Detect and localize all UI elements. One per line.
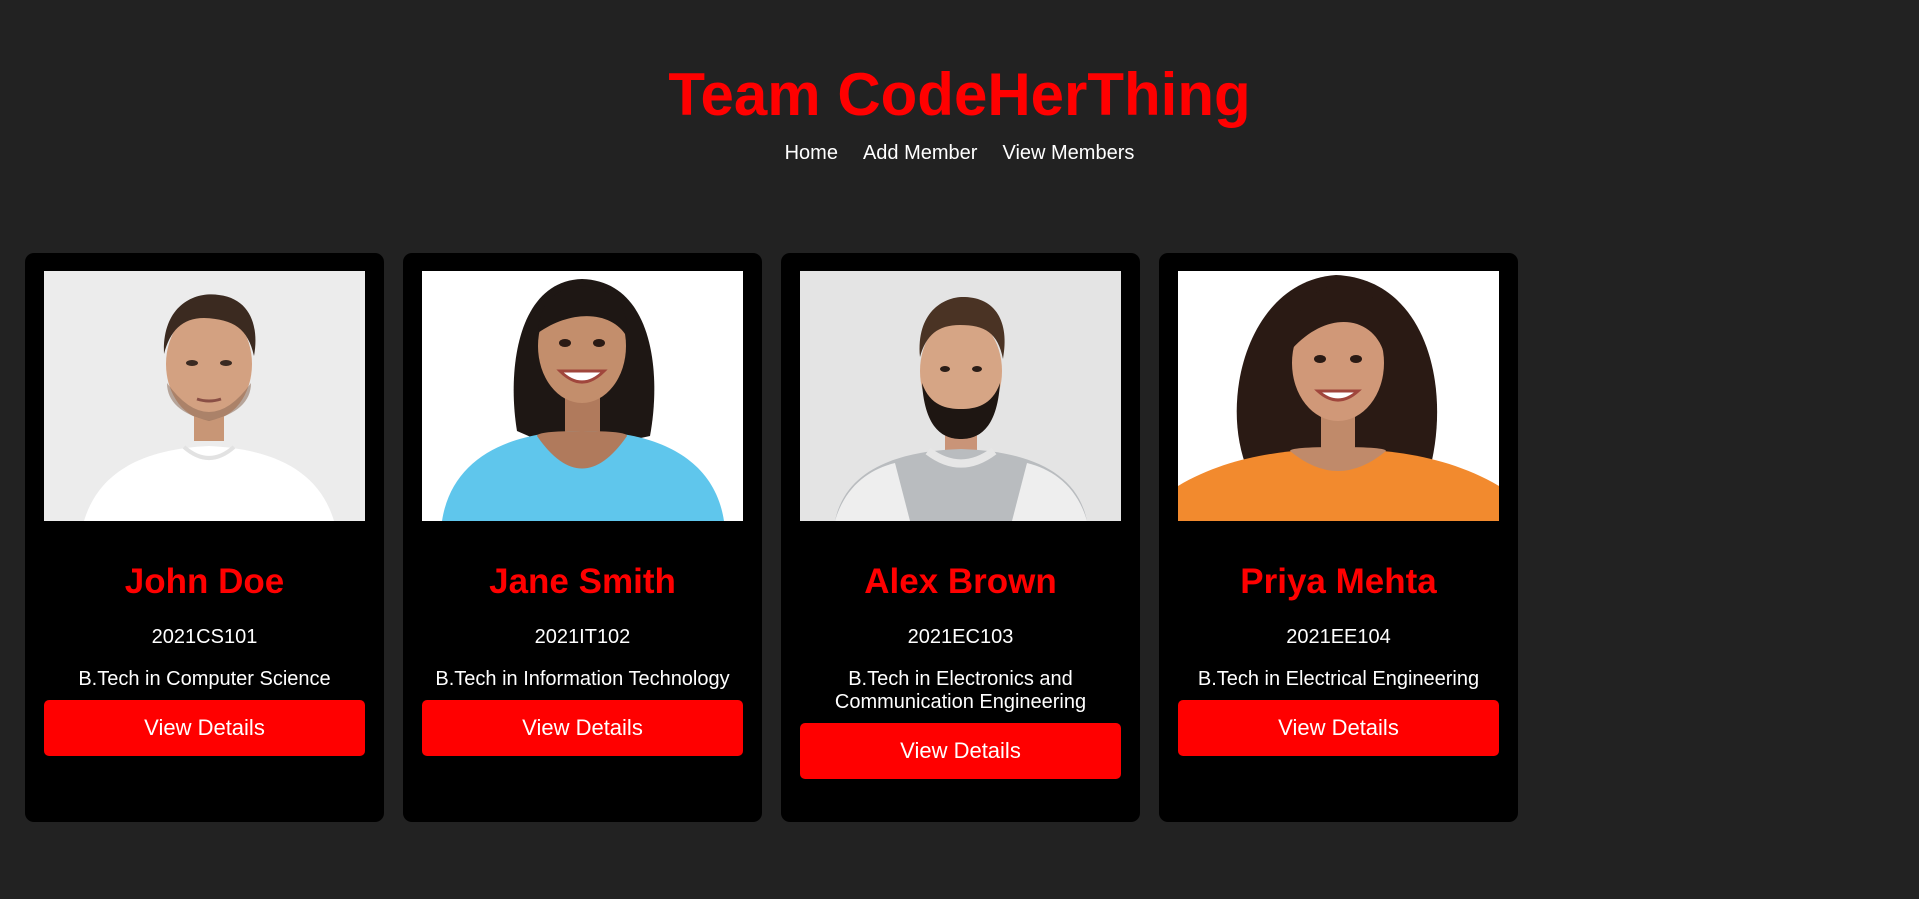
site-header: Team CodeHerThing Home Add Member View M… <box>0 0 1919 165</box>
member-name: John Doe <box>124 562 285 601</box>
page-title: Team CodeHerThing <box>668 61 1251 128</box>
main-nav: Home Add Member View Members <box>0 141 1919 165</box>
nav-add-member-link[interactable]: Add Member <box>863 141 978 165</box>
member-photo <box>422 271 743 521</box>
member-name: Jane Smith <box>489 562 676 601</box>
member-cards: John Doe 2021CS101 B.Tech in Computer Sc… <box>25 253 1518 822</box>
view-details-button[interactable]: View Details <box>44 700 365 756</box>
member-course: B.Tech in Electronics and Communication … <box>834 668 1087 713</box>
view-details-button[interactable]: View Details <box>800 723 1121 779</box>
member-roll-number: 2021EE104 <box>1286 626 1391 648</box>
view-details-button[interactable]: View Details <box>422 700 743 756</box>
member-roll-number: 2021EC103 <box>907 626 1014 648</box>
nav-home-link[interactable]: Home <box>785 141 838 165</box>
member-course: B.Tech in Electrical Engineering <box>1197 668 1480 690</box>
member-name: Priya Mehta <box>1240 562 1437 601</box>
member-name: Alex Brown <box>864 562 1057 601</box>
member-photo <box>800 271 1121 521</box>
member-photo <box>1178 271 1499 521</box>
view-details-button[interactable]: View Details <box>1178 700 1499 756</box>
member-card: Priya Mehta 2021EE104 B.Tech in Electric… <box>1159 253 1518 822</box>
member-course: B.Tech in Computer Science <box>78 668 331 690</box>
member-card: Alex Brown 2021EC103 B.Tech in Electroni… <box>781 253 1140 822</box>
member-course: B.Tech in Information Technology <box>435 668 730 690</box>
member-card: Jane Smith 2021IT102 B.Tech in Informati… <box>403 253 762 822</box>
nav-view-members-link[interactable]: View Members <box>1002 141 1134 165</box>
member-card: John Doe 2021CS101 B.Tech in Computer Sc… <box>25 253 384 822</box>
member-roll-number: 2021CS101 <box>151 626 258 648</box>
member-photo <box>44 271 365 521</box>
member-roll-number: 2021IT102 <box>534 626 631 648</box>
